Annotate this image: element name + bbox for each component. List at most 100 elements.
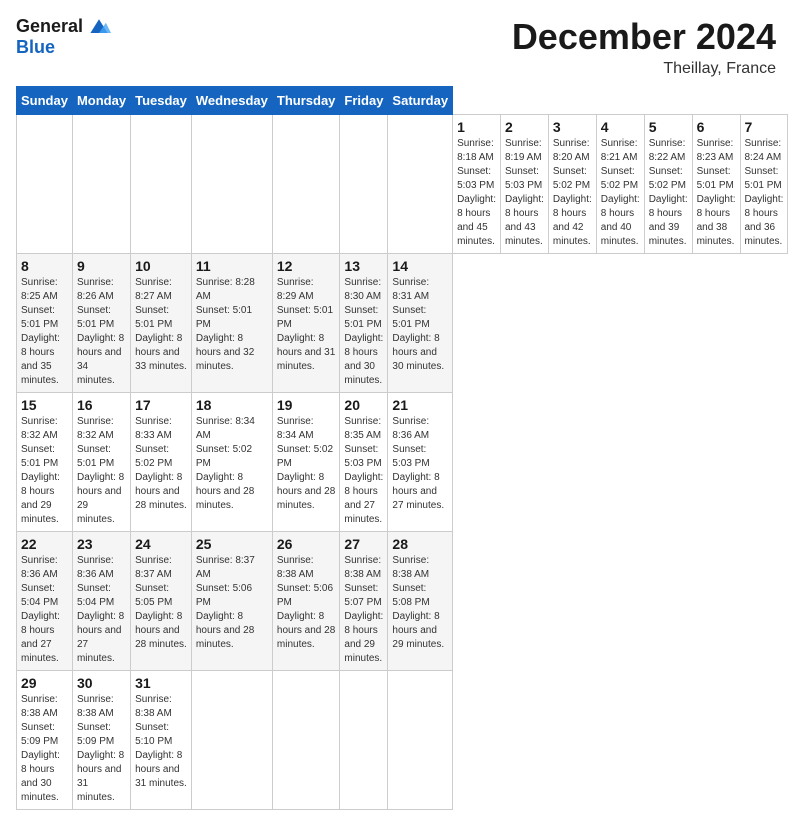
calendar-cell: 29 Sunrise: 8:38 AMSunset: 5:09 PMDayligh…	[17, 671, 73, 810]
day-info: Sunrise: 8:32 AMSunset: 5:01 PMDaylight:…	[21, 415, 68, 527]
day-number: 20	[344, 397, 383, 413]
calendar-cell	[131, 115, 192, 254]
calendar-cell	[272, 115, 340, 254]
calendar-cell	[340, 115, 388, 254]
header: General Blue December 2024 Theillay, Fra…	[16, 16, 776, 78]
day-info: Sunrise: 8:36 AMSunset: 5:03 PMDaylight:…	[392, 415, 448, 513]
calendar-cell: 11 Sunrise: 8:28 AMSunset: 5:01 PMDayligh…	[191, 254, 272, 393]
calendar-cell: 24Sunrise: 8:37 AMSunset: 5:05 PMDayligh…	[131, 532, 192, 671]
calendar-week-row: 22Sunrise: 8:36 AMSunset: 5:04 PMDayligh…	[17, 532, 788, 671]
header-day-wednesday: Wednesday	[191, 87, 272, 115]
header-day-tuesday: Tuesday	[131, 87, 192, 115]
header-day-friday: Friday	[340, 87, 388, 115]
calendar-cell: 9Sunrise: 8:26 AMSunset: 5:01 PMDaylight…	[72, 254, 130, 393]
day-info: Sunrise: 8:35 AMSunset: 5:03 PMDaylight:…	[344, 415, 383, 527]
logo-icon	[87, 17, 111, 37]
day-number: 30	[77, 675, 126, 691]
day-info: Sunrise: 8:30 AMSunset: 5:01 PMDaylight:…	[344, 276, 383, 388]
day-info: Sunrise: 8:38 AMSunset: 5:06 PMDaylight:…	[277, 554, 336, 652]
day-number: 5	[649, 119, 688, 135]
calendar-cell: 3 Sunrise: 8:20 AMSunset: 5:02 PMDaylight…	[548, 115, 596, 254]
day-info: Sunrise: 8:32 AMSunset: 5:01 PMDaylight:…	[77, 415, 126, 527]
day-number: 11	[196, 258, 268, 274]
calendar-cell: 13 Sunrise: 8:30 AMSunset: 5:01 PMDayligh…	[340, 254, 388, 393]
header-day-sunday: Sunday	[17, 87, 73, 115]
day-number: 25	[196, 536, 268, 552]
page-container: General Blue December 2024 Theillay, Fra…	[0, 0, 792, 818]
day-number: 26	[277, 536, 336, 552]
day-number: 7	[745, 119, 784, 135]
calendar-cell: 17Sunrise: 8:33 AMSunset: 5:02 PMDayligh…	[131, 393, 192, 532]
day-info: Sunrise: 8:20 AMSunset: 5:02 PMDaylight:…	[553, 137, 592, 249]
day-number: 31	[135, 675, 187, 691]
day-number: 23	[77, 536, 126, 552]
day-info: Sunrise: 8:24 AMSunset: 5:01 PMDaylight:…	[745, 137, 784, 249]
day-info: Sunrise: 8:33 AMSunset: 5:02 PMDaylight:…	[135, 415, 187, 513]
day-number: 27	[344, 536, 383, 552]
day-number: 3	[553, 119, 592, 135]
day-number: 24	[135, 536, 187, 552]
calendar-cell: 27Sunrise: 8:38 AMSunset: 5:07 PMDayligh…	[340, 532, 388, 671]
day-number: 12	[277, 258, 336, 274]
calendar-cell: 15 Sunrise: 8:32 AMSunset: 5:01 PMDayligh…	[17, 393, 73, 532]
title-block: December 2024 Theillay, France	[512, 16, 776, 78]
calendar-table: SundayMondayTuesdayWednesdayThursdayFrid…	[16, 86, 788, 810]
day-number: 18	[196, 397, 268, 413]
calendar-cell: 6Sunrise: 8:23 AMSunset: 5:01 PMDaylight…	[692, 115, 740, 254]
day-info: Sunrise: 8:19 AMSunset: 5:03 PMDaylight:…	[505, 137, 544, 249]
day-number: 29	[21, 675, 68, 691]
day-number: 2	[505, 119, 544, 135]
day-number: 8	[21, 258, 68, 274]
day-number: 13	[344, 258, 383, 274]
day-info: Sunrise: 8:36 AMSunset: 5:04 PMDaylight:…	[77, 554, 126, 666]
calendar-cell: 12 Sunrise: 8:29 AMSunset: 5:01 PMDayligh…	[272, 254, 340, 393]
header-day-thursday: Thursday	[272, 87, 340, 115]
day-info: Sunrise: 8:21 AMSunset: 5:02 PMDaylight:…	[601, 137, 640, 249]
day-number: 1	[457, 119, 496, 135]
calendar-cell: 30Sunrise: 8:38 AMSunset: 5:09 PMDayligh…	[72, 671, 130, 810]
day-number: 28	[392, 536, 448, 552]
day-info: Sunrise: 8:38 AMSunset: 5:09 PMDaylight:…	[21, 693, 68, 805]
header-day-monday: Monday	[72, 87, 130, 115]
calendar-cell: 25 Sunrise: 8:37 AMSunset: 5:06 PMDayligh…	[191, 532, 272, 671]
calendar-cell	[191, 115, 272, 254]
calendar-cell: 7 Sunrise: 8:24 AMSunset: 5:01 PMDaylight…	[740, 115, 788, 254]
logo-blue-text: Blue	[16, 37, 111, 58]
calendar-cell: 8 Sunrise: 8:25 AMSunset: 5:01 PMDaylight…	[17, 254, 73, 393]
day-info: Sunrise: 8:26 AMSunset: 5:01 PMDaylight:…	[77, 276, 126, 388]
logo: General Blue	[16, 16, 111, 58]
day-info: Sunrise: 8:25 AMSunset: 5:01 PMDaylight:…	[21, 276, 68, 388]
calendar-cell: 21 Sunrise: 8:36 AMSunset: 5:03 PMDayligh…	[388, 393, 453, 532]
calendar-cell: 19 Sunrise: 8:34 AMSunset: 5:02 PMDayligh…	[272, 393, 340, 532]
calendar-cell	[388, 115, 453, 254]
day-number: 4	[601, 119, 640, 135]
calendar-cell	[388, 671, 453, 810]
calendar-cell: 26 Sunrise: 8:38 AMSunset: 5:06 PMDayligh…	[272, 532, 340, 671]
calendar-cell: 1 Sunrise: 8:18 AMSunset: 5:03 PMDaylight…	[453, 115, 501, 254]
calendar-cell	[272, 671, 340, 810]
day-info: Sunrise: 8:18 AMSunset: 5:03 PMDaylight:…	[457, 137, 496, 249]
calendar-cell: 18Sunrise: 8:34 AMSunset: 5:02 PMDayligh…	[191, 393, 272, 532]
calendar-cell: 14Sunrise: 8:31 AMSunset: 5:01 PMDayligh…	[388, 254, 453, 393]
calendar-cell: 22Sunrise: 8:36 AMSunset: 5:04 PMDayligh…	[17, 532, 73, 671]
day-info: Sunrise: 8:36 AMSunset: 5:04 PMDaylight:…	[21, 554, 68, 666]
calendar-cell: 28 Sunrise: 8:38 AMSunset: 5:08 PMDayligh…	[388, 532, 453, 671]
day-number: 10	[135, 258, 187, 274]
month-title: December 2024	[512, 16, 776, 58]
day-number: 19	[277, 397, 336, 413]
header-day-saturday: Saturday	[388, 87, 453, 115]
day-number: 15	[21, 397, 68, 413]
calendar-cell: 31Sunrise: 8:38 AMSunset: 5:10 PMDayligh…	[131, 671, 192, 810]
day-info: Sunrise: 8:27 AMSunset: 5:01 PMDaylight:…	[135, 276, 187, 374]
day-info: Sunrise: 8:29 AMSunset: 5:01 PMDaylight:…	[277, 276, 336, 374]
calendar-header-row: SundayMondayTuesdayWednesdayThursdayFrid…	[17, 87, 788, 115]
calendar-week-row: 1 Sunrise: 8:18 AMSunset: 5:03 PMDaylight…	[17, 115, 788, 254]
calendar-week-row: 8 Sunrise: 8:25 AMSunset: 5:01 PMDaylight…	[17, 254, 788, 393]
day-info: Sunrise: 8:34 AMSunset: 5:02 PMDaylight:…	[277, 415, 336, 513]
calendar-cell	[72, 115, 130, 254]
day-info: Sunrise: 8:38 AMSunset: 5:08 PMDaylight:…	[392, 554, 448, 652]
day-info: Sunrise: 8:28 AMSunset: 5:01 PMDaylight:…	[196, 276, 268, 374]
day-number: 14	[392, 258, 448, 274]
day-info: Sunrise: 8:37 AMSunset: 5:06 PMDaylight:…	[196, 554, 268, 652]
day-number: 21	[392, 397, 448, 413]
